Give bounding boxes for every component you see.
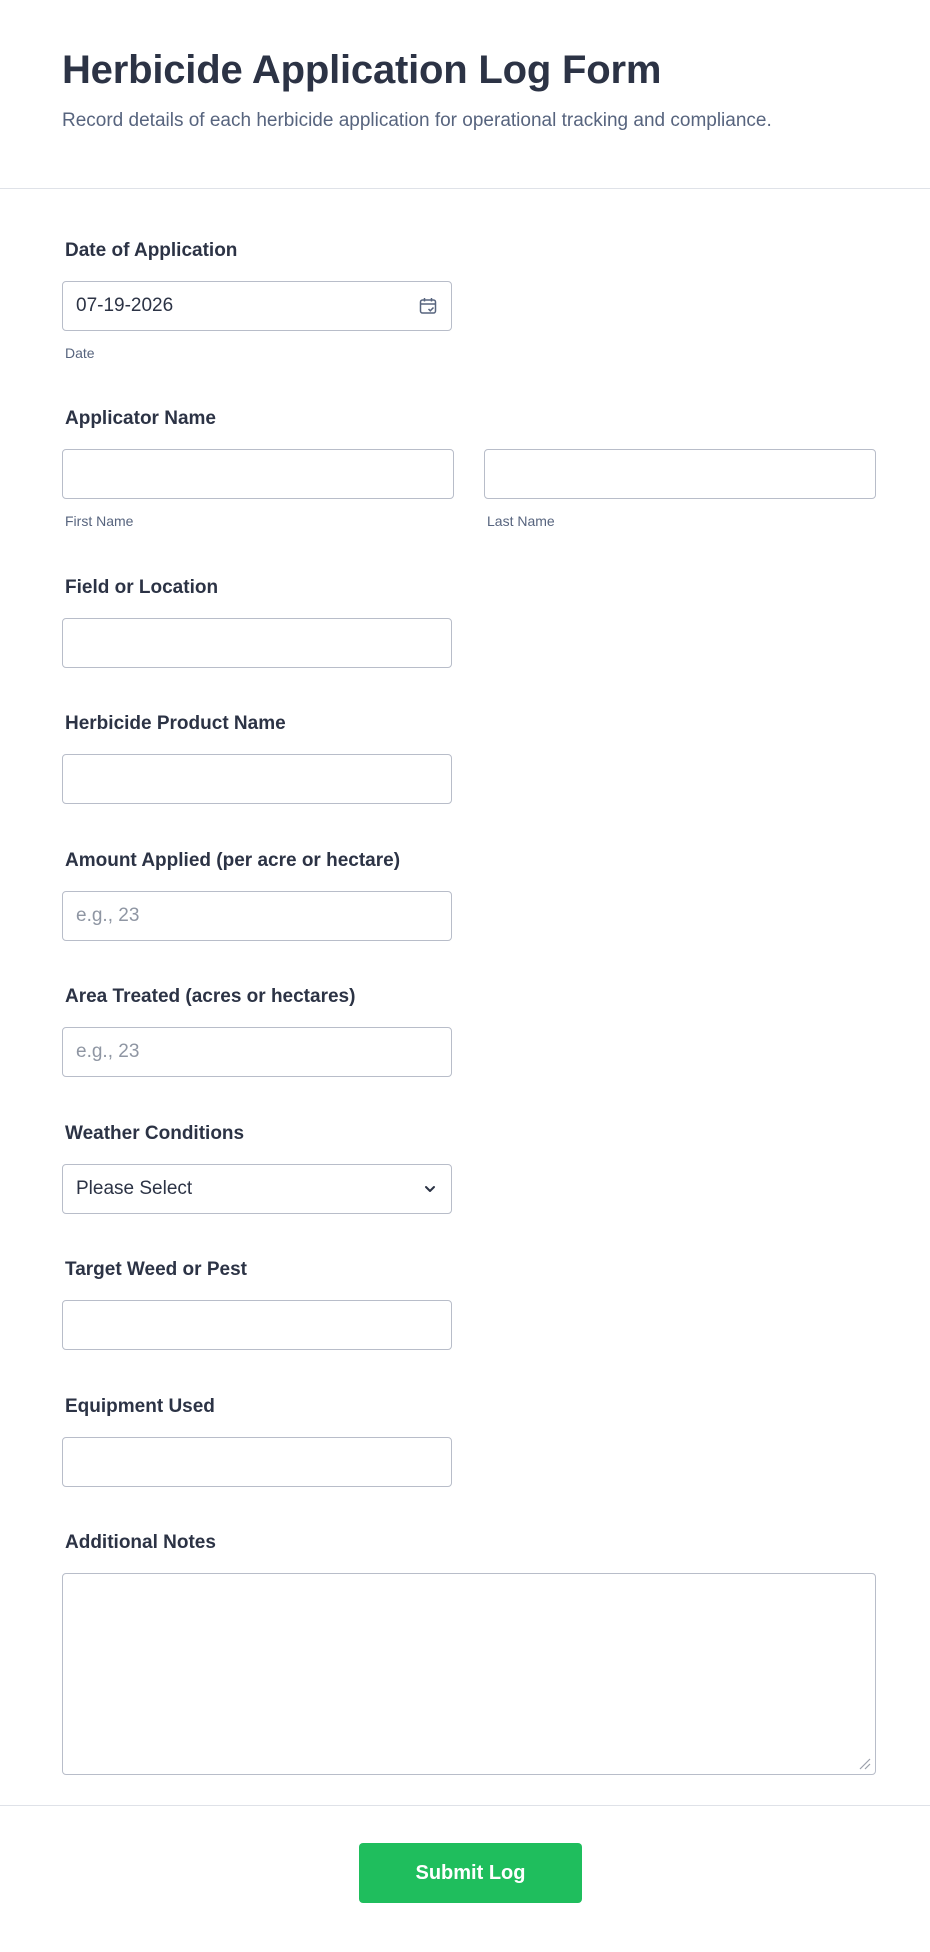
date-label: Date of Application bbox=[65, 240, 238, 261]
area-label: Area Treated (acres or hectares) bbox=[65, 986, 356, 1007]
resize-handle-icon[interactable] bbox=[857, 1756, 871, 1770]
amount-input[interactable] bbox=[62, 891, 452, 941]
footer-divider bbox=[0, 1805, 930, 1806]
form-header: Herbicide Application Log Form Record de… bbox=[0, 0, 930, 189]
applicator-label: Applicator Name bbox=[65, 408, 216, 429]
weather-selected-value: Please Select bbox=[76, 1178, 193, 1199]
page-title: Herbicide Application Log Form bbox=[62, 48, 662, 92]
date-input[interactable]: 07-19-2026 bbox=[62, 281, 452, 331]
target-input[interactable] bbox=[62, 1300, 452, 1350]
chevron-down-icon bbox=[422, 1181, 438, 1197]
product-label: Herbicide Product Name bbox=[65, 713, 286, 734]
submit-log-button[interactable]: Submit Log bbox=[359, 1843, 582, 1903]
page-subtitle: Record details of each herbicide applica… bbox=[62, 110, 772, 131]
location-input[interactable] bbox=[62, 618, 452, 668]
calendar-icon[interactable] bbox=[418, 296, 438, 316]
date-sublabel: Date bbox=[65, 345, 95, 361]
amount-label: Amount Applied (per acre or hectare) bbox=[65, 850, 401, 871]
notes-label: Additional Notes bbox=[65, 1532, 216, 1553]
notes-textarea[interactable] bbox=[62, 1573, 876, 1775]
weather-select[interactable]: Please Select bbox=[62, 1164, 452, 1214]
product-input[interactable] bbox=[62, 754, 452, 804]
equipment-label: Equipment Used bbox=[65, 1396, 215, 1417]
first-name-input[interactable] bbox=[62, 449, 454, 499]
first-name-sublabel: First Name bbox=[65, 513, 134, 529]
weather-label: Weather Conditions bbox=[65, 1123, 245, 1144]
location-label: Field or Location bbox=[65, 577, 219, 598]
equipment-input[interactable] bbox=[62, 1437, 452, 1487]
target-label: Target Weed or Pest bbox=[65, 1259, 247, 1280]
last-name-input[interactable] bbox=[484, 449, 876, 499]
last-name-sublabel: Last Name bbox=[487, 513, 555, 529]
date-value: 07-19-2026 bbox=[76, 295, 174, 316]
area-input[interactable] bbox=[62, 1027, 452, 1077]
